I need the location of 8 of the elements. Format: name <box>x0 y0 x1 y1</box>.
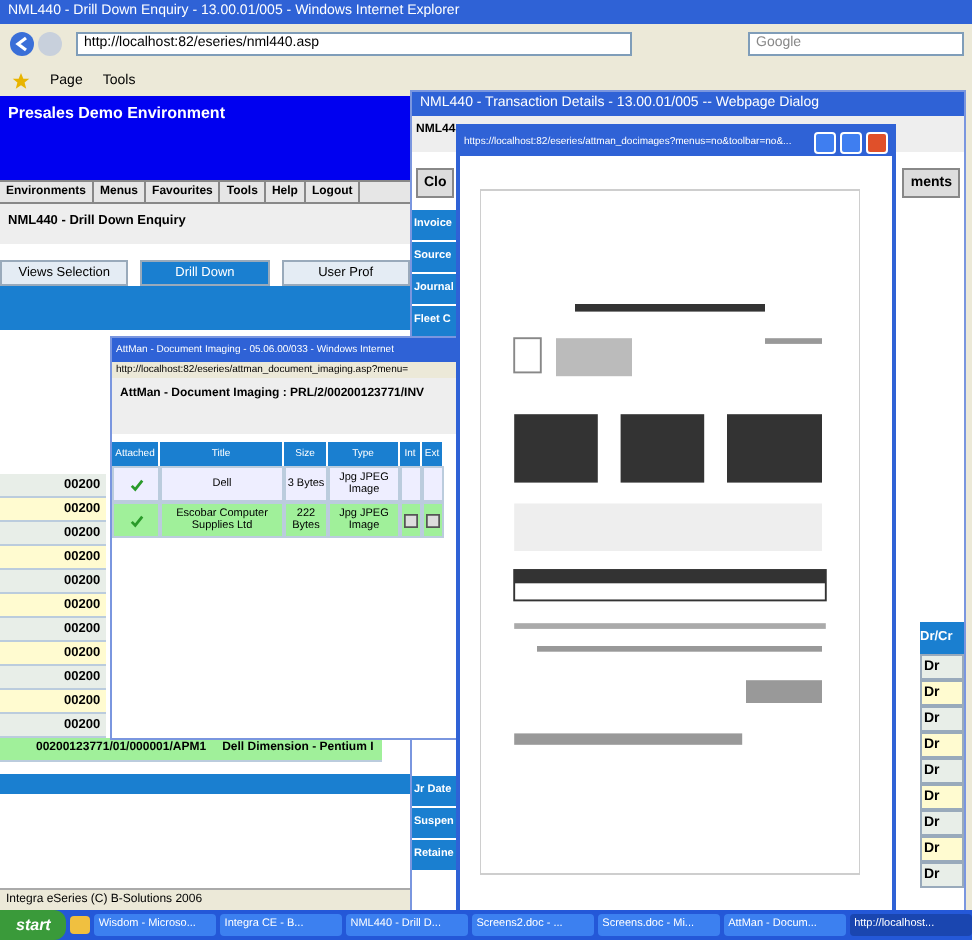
favorites-star-icon[interactable] <box>12 71 30 89</box>
maximize-icon[interactable] <box>840 131 862 153</box>
back-forward-icon[interactable] <box>8 30 68 58</box>
close-icon[interactable] <box>866 131 888 153</box>
quick-launch-icon[interactable] <box>70 916 91 934</box>
minimize-icon[interactable] <box>814 131 836 153</box>
environment-title: Presales Demo Environment <box>8 104 225 122</box>
start-button[interactable]: start <box>0 910 67 940</box>
